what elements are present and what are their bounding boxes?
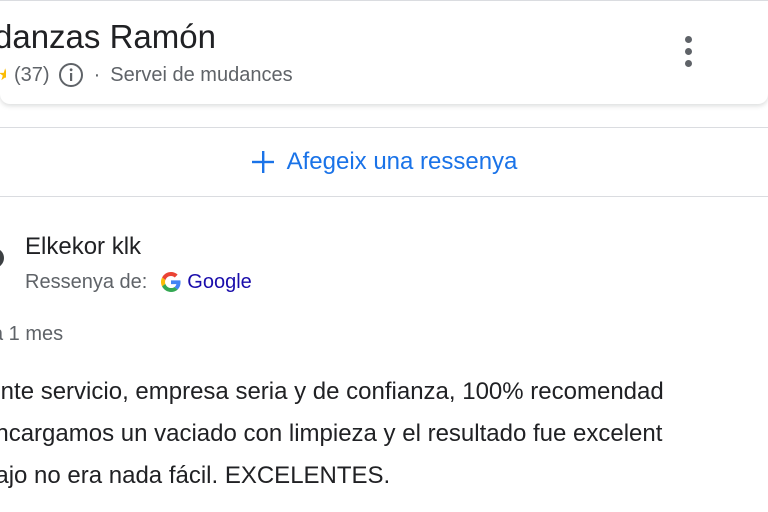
- business-category[interactable]: Servei de mudances: [110, 64, 292, 87]
- reviewer-name[interactable]: Elkekor klk: [25, 233, 141, 261]
- add-review-label: Afegeix una ressenya: [286, 148, 518, 175]
- source-prefix: Ressenya de:: [25, 270, 148, 293]
- more-vert-icon[interactable]: [672, 31, 704, 71]
- dot-1: [684, 35, 692, 43]
- review-source: Ressenya de: Google: [25, 268, 252, 296]
- review-text-line: lente servicio, empresa seria y de confi…: [0, 378, 664, 405]
- source-google-link[interactable]: Google: [187, 271, 252, 294]
- place-header: danzas Ramón ★ (37) · Servei de mudances: [0, 0, 768, 104]
- review-body: lente servicio, empresa seria y de confi…: [0, 371, 768, 497]
- review-age: a 1 mes: [0, 323, 64, 345]
- review-count[interactable]: (37): [14, 64, 50, 87]
- separator-dot: ·: [93, 63, 101, 86]
- dot-2: [684, 47, 692, 55]
- star-icon: ★: [0, 65, 6, 85]
- review-text-line: bajo no era nada fácil. EXCELENTES.: [0, 462, 391, 489]
- reviewer-avatar[interactable]: [0, 248, 4, 268]
- dot-3: [684, 59, 692, 67]
- review-text-line: encargamos un vaciado con limpieza y el …: [0, 420, 663, 447]
- info-icon[interactable]: [58, 62, 84, 88]
- business-name: danzas Ramón: [0, 18, 216, 55]
- add-review-button[interactable]: Afegeix una ressenya: [0, 127, 768, 197]
- plus-icon: [251, 150, 275, 174]
- google-g-icon: [161, 272, 181, 292]
- business-meta-row: ★ (37) · Servei de mudances: [0, 59, 293, 91]
